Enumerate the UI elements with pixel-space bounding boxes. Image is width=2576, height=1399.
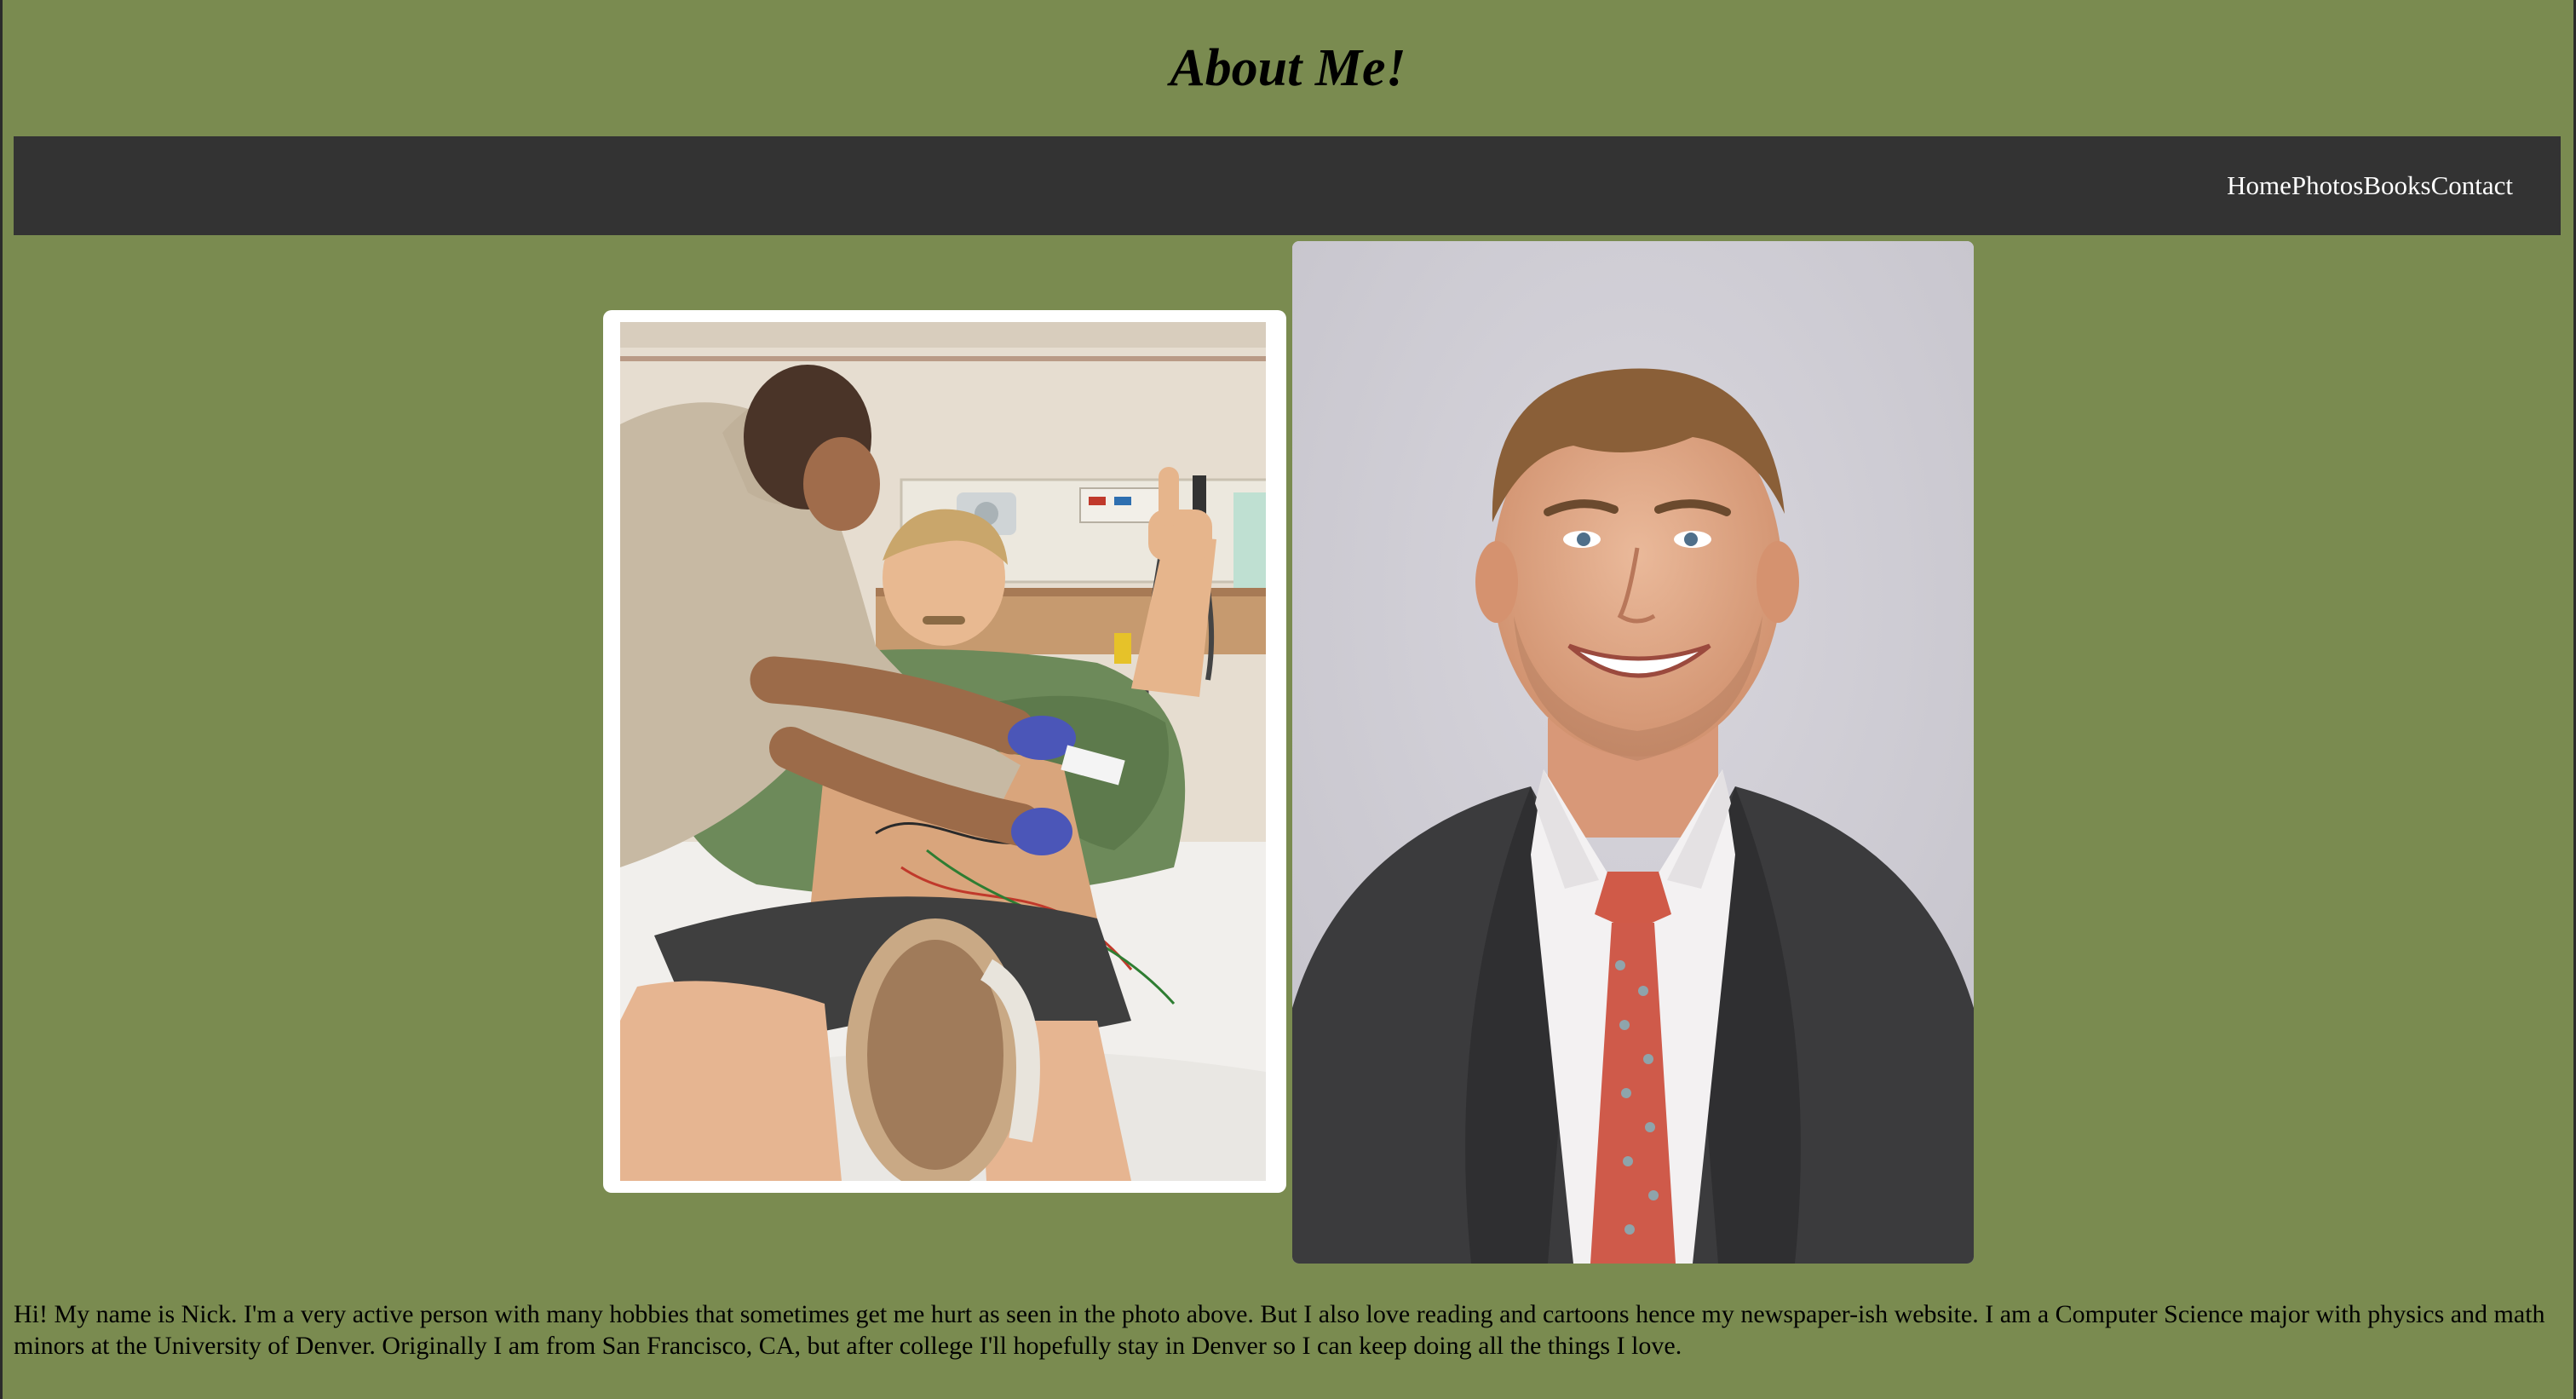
portrait-photo (1292, 241, 1974, 1264)
nav-link-books[interactable]: Books (2363, 170, 2430, 200)
hospital-photo-frame (603, 310, 1286, 1193)
hospital-photo (620, 322, 1266, 1181)
nav-link-contact[interactable]: Contact (2431, 170, 2513, 200)
nav-link-photos[interactable]: Photos (2291, 170, 2363, 200)
bio-paragraph: Hi! My name is Nick. I'm a very active p… (14, 1300, 2545, 1360)
navbar: Home Photos Books Contact (14, 136, 2561, 235)
nav-list: Home Photos Books Contact (2227, 136, 2513, 235)
nav-link-home[interactable]: Home (2227, 170, 2291, 200)
page-title: About Me! (1170, 39, 1406, 97)
